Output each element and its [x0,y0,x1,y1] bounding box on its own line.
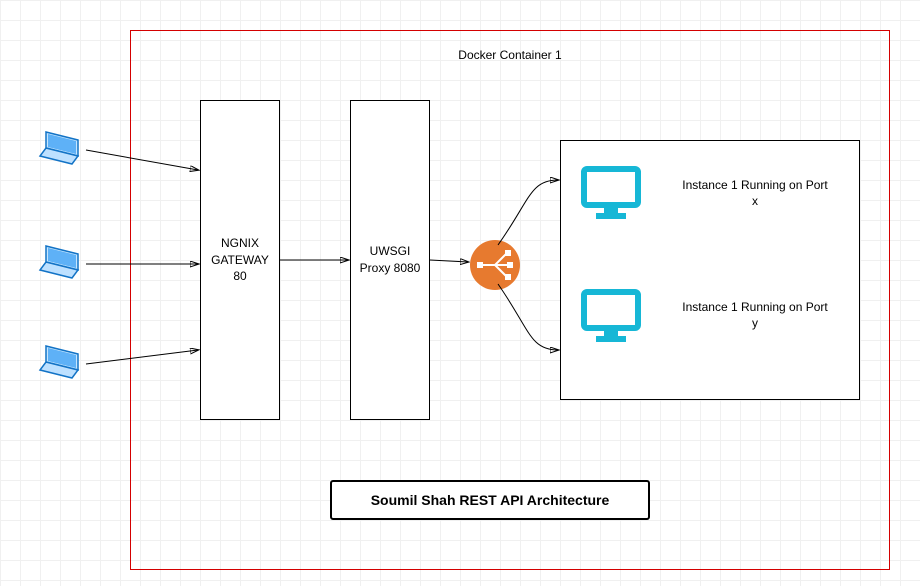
docker-container-title: Docker Container 1 [420,48,600,62]
monitor-icon [580,165,642,221]
laptop-icon [38,342,86,382]
laptop-icon [38,242,86,282]
nginx-gateway-label: NGNIX GATEWAY 80 [205,235,275,285]
uwsgi-proxy-box: UWSGI Proxy 8080 [350,100,430,420]
architecture-title-box: Soumil Shah REST API Architecture [330,480,650,520]
load-balancer-icon [470,240,520,290]
instance-2-label: Instance 1 Running on Port y [680,300,830,331]
laptop-icon [38,128,86,168]
nginx-gateway-box: NGNIX GATEWAY 80 [200,100,280,420]
architecture-title-label: Soumil Shah REST API Architecture [371,492,610,508]
monitor-icon [580,288,642,344]
instance-1-label: Instance 1 Running on Port x [680,178,830,209]
uwsgi-proxy-label: UWSGI Proxy 8080 [355,243,425,277]
